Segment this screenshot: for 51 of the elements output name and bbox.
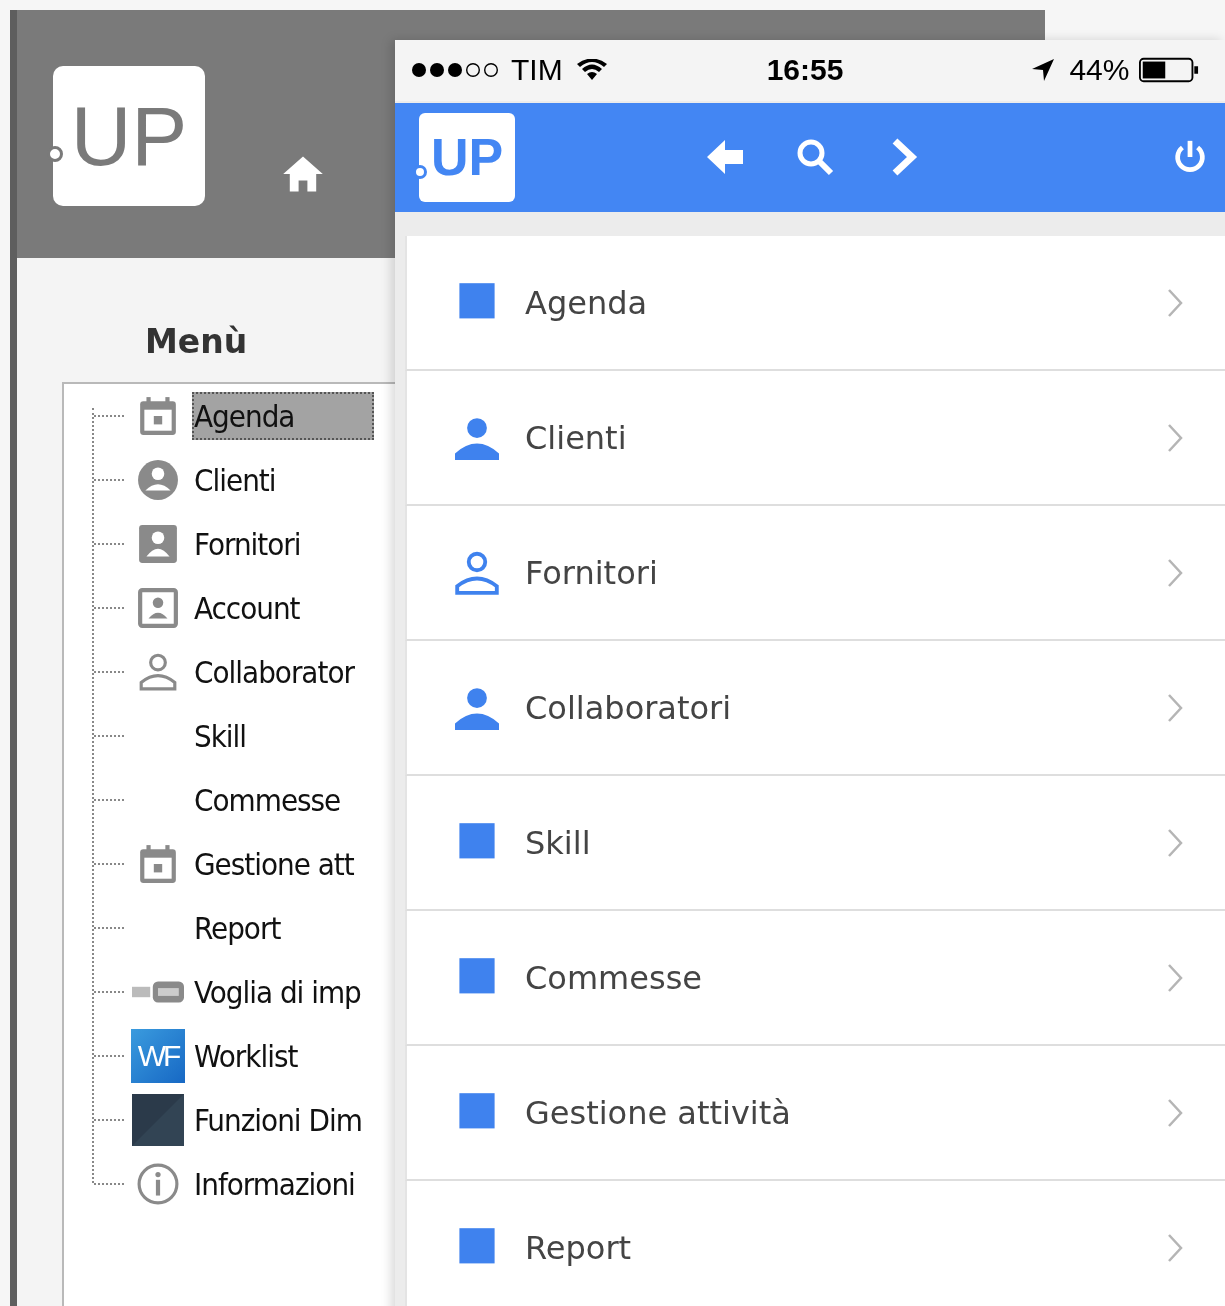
location-arrow-icon xyxy=(1031,58,1056,83)
battery-percent: 44% xyxy=(1069,53,1130,88)
person-outline-icon xyxy=(455,550,499,595)
info-icon xyxy=(137,1163,179,1205)
calendar-icon xyxy=(137,843,179,885)
menu-item[interactable]: Clienti xyxy=(192,456,280,504)
search-icon[interactable] xyxy=(795,137,835,178)
menu-label: Commesse xyxy=(525,958,702,997)
battery-icon xyxy=(1139,57,1200,84)
person-icon xyxy=(455,415,499,460)
menu-item[interactable]: Account xyxy=(192,584,304,632)
calendar-icon xyxy=(137,395,179,437)
wifi-icon xyxy=(576,59,607,82)
menu-row[interactable]: Commesse xyxy=(405,911,1225,1046)
carrier-name: TIM xyxy=(511,53,563,88)
menu-item[interactable]: Informazioni xyxy=(192,1160,359,1208)
menu-item[interactable]: Collaborator xyxy=(192,648,358,696)
menu-row[interactable]: Skill xyxy=(405,776,1225,911)
menu-label: Skill xyxy=(525,823,591,862)
menu-label: Gestione attività xyxy=(525,1093,791,1132)
dark-tile-icon xyxy=(132,1094,184,1146)
menu-item[interactable]: Fornitori xyxy=(192,520,305,568)
menu-item[interactable]: Worklist xyxy=(192,1032,302,1080)
menu-title: Menù xyxy=(145,322,249,363)
menu-item[interactable]: Report xyxy=(192,904,285,952)
menu-row[interactable]: Gestione attività xyxy=(405,1046,1225,1181)
menu-row[interactable]: Fornitori xyxy=(405,506,1225,641)
menu-label: Report xyxy=(525,1228,632,1267)
home-icon[interactable] xyxy=(281,154,325,194)
menu-row[interactable]: Clienti xyxy=(405,371,1225,506)
menu-item[interactable]: Agenda xyxy=(192,392,375,440)
menu-item[interactable]: Gestione att xyxy=(192,840,358,888)
menu-label: Agenda xyxy=(525,283,648,322)
menu-row[interactable]: Collaboratori xyxy=(405,641,1225,776)
menu-item[interactable]: Skill xyxy=(192,712,251,760)
user-frame-icon xyxy=(137,587,179,629)
person-icon xyxy=(455,685,499,730)
menu-label: Clienti xyxy=(525,418,627,457)
clock: 16:55 xyxy=(766,53,844,88)
menu-label: Fornitori xyxy=(525,553,658,592)
menu-label: Collaboratori xyxy=(525,688,732,727)
user-outline-icon xyxy=(137,651,179,693)
menu-item[interactable]: Commesse xyxy=(192,776,345,824)
user-card-icon xyxy=(137,523,179,565)
menu-item[interactable]: Funzioni Dim xyxy=(192,1096,366,1144)
menu-item[interactable]: Voglia di imp xyxy=(192,968,365,1016)
signal-icon xyxy=(411,61,501,80)
menu-row[interactable]: Report xyxy=(405,1181,1225,1306)
user-circle-icon xyxy=(137,459,179,501)
menu-row[interactable]: Agenda xyxy=(405,236,1225,371)
worklist-icon: WF xyxy=(131,1029,185,1083)
